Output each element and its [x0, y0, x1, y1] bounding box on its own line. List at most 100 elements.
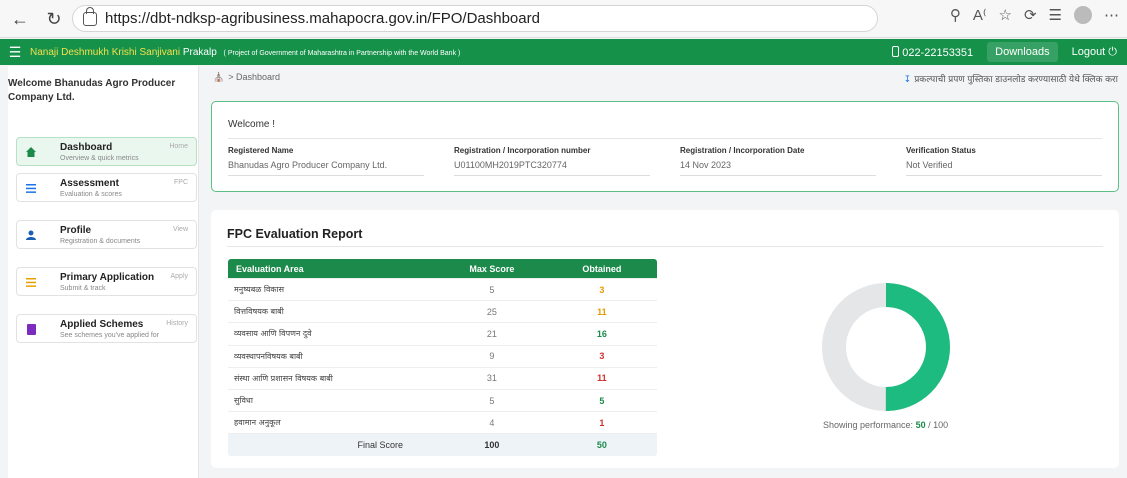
- sidebar-item-hint: Home: [169, 143, 188, 150]
- phone-icon: [892, 45, 900, 57]
- field-label: Verification Status: [906, 146, 976, 155]
- sidebar-item-label: Applied Schemes: [60, 319, 144, 330]
- app-brand: Nanaji Deshmukh Krishi Sanjivani: [30, 46, 181, 58]
- download-guide-text: प्रकल्पाची प्रपण पुस्तिका डाउनलोड करण्या…: [914, 74, 1118, 84]
- sidebar-item-label: Primary Application: [60, 272, 155, 283]
- home-icon: [25, 146, 37, 158]
- app-brand-tail: Prakalp: [180, 46, 217, 58]
- sidebar: Welcome Bhanudas Agro Producer Company L…: [8, 66, 199, 478]
- welcome-title: Welcome !: [228, 119, 276, 130]
- sidebar-item-sub: See schemes you've applied for: [60, 332, 160, 339]
- max-score: 5: [437, 277, 547, 301]
- obtained-score: 1: [546, 411, 657, 434]
- final-score-label: Final Score: [228, 433, 438, 456]
- sidebar-item-sub: Registration & documents: [60, 238, 141, 245]
- zoom-icon[interactable]: ⚲: [950, 6, 961, 24]
- donut-chart: [822, 283, 950, 411]
- max-score: 31: [437, 366, 547, 390]
- sidebar-item-sub: Submit & track: [60, 285, 106, 292]
- logout-button[interactable]: Logout ⏻: [1072, 46, 1117, 59]
- obtained-score: 5: [546, 388, 657, 412]
- back-icon[interactable]: ←: [6, 5, 34, 33]
- evaluation-area: वित्तविषयक बाबी: [228, 300, 438, 323]
- sidebar-item-hint: Apply: [170, 273, 188, 280]
- evaluation-table-body: मनुष्यबळ विकास 5 3 वित्तविषयक बाबी 25 11 व्यवस…: [228, 277, 657, 456]
- field-value: U01100MH2019PTC320774: [454, 160, 650, 176]
- column-header: Obtained: [546, 258, 657, 279]
- field-registration-date: Registration / Incorporation Date 14 Nov…: [680, 146, 876, 176]
- breadcrumb: ⛪ > Dashboard: [213, 72, 281, 82]
- sidebar-item-label: Assessment: [60, 178, 119, 189]
- performance-label: Showing performance:: [823, 420, 914, 430]
- sidebar-item-applied-schemes[interactable]: Applied Schemes See schemes you've appli…: [16, 314, 197, 343]
- obtained-score: 16: [546, 322, 657, 346]
- extensions-icon[interactable]: ⟳: [1024, 6, 1037, 24]
- list-icon: [25, 182, 37, 194]
- browser-actions: ⚲ A⁽ ☆ ⟳ ☰ ⋯: [950, 6, 1119, 24]
- final-score-row: Final Score 100 50: [228, 433, 657, 456]
- sidebar-item-hint: FPC: [174, 179, 188, 186]
- obtained-score: 11: [546, 366, 657, 390]
- evaluation-area: हवामान अनुकूल: [228, 411, 438, 434]
- sidebar-item-profile[interactable]: Profile Registration & documents View: [16, 220, 197, 249]
- max-score: 4: [437, 411, 547, 434]
- table-row: व्यवसाय आणि विपणन दुवे 21 16: [228, 322, 657, 346]
- field-label: Registered Name: [228, 146, 294, 155]
- performance-text: Showing performance: 50 / 100: [823, 420, 948, 430]
- field-verification-status: Verification Status Not Verified: [906, 146, 1102, 176]
- app-header-actions: 022-22153351 Downloads Logout ⏻: [892, 39, 1117, 65]
- final-obtained: 50: [546, 433, 657, 456]
- max-score: 25: [437, 300, 547, 323]
- table-row: सुविधा 5 5: [228, 388, 657, 412]
- app-title: Nanaji Deshmukh Krishi Sanjivani Prakalp…: [30, 47, 460, 58]
- field-value: 14 Nov 2023: [680, 160, 876, 176]
- app-subtitle: ( Project of Government of Maharashtra i…: [223, 49, 461, 57]
- divider: [227, 246, 1103, 247]
- table-row: व्यवस्थापनविषयक बाबी 9 3: [228, 344, 657, 368]
- final-max: 100: [437, 433, 547, 456]
- evaluation-area: व्यवसाय आणि विपणन दुवे: [228, 322, 438, 346]
- download-guide-link[interactable]: ↧ प्रकल्पाची प्रपण पुस्तिका डाउनलोड करण्य…: [904, 72, 1118, 85]
- obtained-score: 11: [546, 300, 657, 323]
- lock-icon: [83, 6, 97, 26]
- sidebar-item-assessment[interactable]: Assessment Evaluation & scores FPC: [16, 173, 197, 202]
- evaluation-area: व्यवस्थापनविषयक बाबी: [228, 344, 438, 368]
- app-header: ☰ Nanaji Deshmukh Krishi Sanjivani Praka…: [0, 39, 1127, 65]
- sidebar-item-primary-application[interactable]: Primary Application Submit & track Apply: [16, 267, 197, 296]
- obtained-score: 3: [546, 344, 657, 368]
- menu-icon: [25, 276, 37, 288]
- max-score: 9: [437, 344, 547, 368]
- favorites-list-icon[interactable]: ☰: [1049, 6, 1062, 24]
- column-header: Evaluation Area: [228, 258, 438, 279]
- menu-toggle-icon[interactable]: ☰: [0, 44, 30, 61]
- sidebar-item-hint: View: [172, 226, 188, 233]
- field-value: Bhanudas Agro Producer Company Ltd.: [228, 160, 424, 176]
- favorite-icon[interactable]: ☆: [999, 6, 1012, 24]
- table-row: वित्तविषयक बाबी 25 11: [228, 300, 657, 323]
- max-score: 5: [437, 388, 547, 412]
- field-value: Not Verified: [906, 160, 1102, 176]
- performance-total: / 100: [928, 420, 949, 430]
- refresh-icon[interactable]: ↻: [40, 5, 68, 33]
- profile-avatar[interactable]: [1074, 6, 1092, 24]
- table-header-row: Evaluation Area Max Score Obtained: [228, 258, 657, 279]
- report-title: FPC Evaluation Report: [227, 227, 363, 241]
- evaluation-table: Evaluation Area Max Score Obtained मनुष्…: [227, 258, 658, 457]
- divider: [228, 138, 1102, 139]
- sidebar-item-hint: History: [166, 320, 188, 327]
- more-icon[interactable]: ⋯: [1104, 6, 1119, 24]
- table-row: मनुष्यबळ विकास 5 3: [228, 277, 657, 301]
- downloads-button[interactable]: Downloads: [987, 42, 1058, 62]
- field-label: Registration / Incorporation number: [454, 146, 591, 155]
- obtained-score: 3: [546, 277, 657, 301]
- sidebar-item-dashboard[interactable]: Dashboard Overview & quick metrics Home: [16, 137, 197, 166]
- performance-obtained: 50: [915, 420, 926, 430]
- url-text: https://dbt-ndksp-agribusiness.mahapocra…: [105, 10, 540, 27]
- sidebar-item-sub: Overview & quick metrics: [60, 155, 139, 162]
- max-score: 21: [437, 322, 547, 346]
- home-icon[interactable]: ⛪: [213, 72, 224, 82]
- phone-contact[interactable]: 022-22153351: [892, 45, 973, 59]
- address-bar[interactable]: https://dbt-ndksp-agribusiness.mahapocra…: [72, 5, 878, 32]
- read-aloud-icon[interactable]: A⁽: [973, 6, 987, 24]
- sidebar-item-label: Profile: [60, 225, 92, 236]
